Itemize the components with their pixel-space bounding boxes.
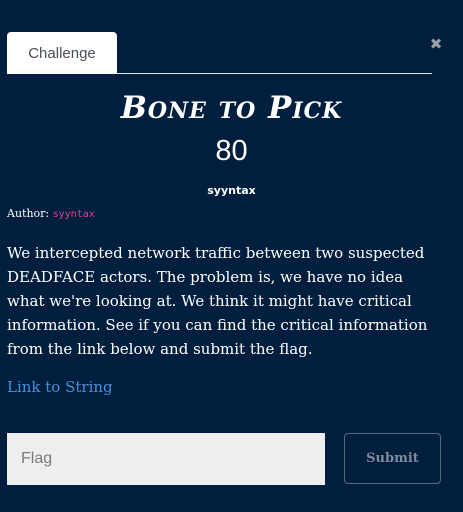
challenge-tab-bar: Challenge	[7, 32, 432, 74]
author-line: Author: syyntax	[7, 207, 95, 220]
challenge-description: We intercepted network traffic between t…	[7, 244, 428, 358]
challenge-title: Bone to Pick	[120, 90, 343, 126]
flag-input[interactable]	[7, 433, 325, 485]
author-name: syyntax	[52, 209, 95, 220]
tab-challenge[interactable]: Challenge	[7, 32, 117, 74]
close-icon[interactable]: ✖	[428, 34, 444, 54]
challenge-points: 80	[215, 135, 248, 167]
link-to-string[interactable]: Link to String	[7, 378, 113, 396]
submit-button[interactable]: Submit	[344, 433, 441, 484]
tab-challenge-label: Challenge	[28, 44, 96, 62]
author-label: Author:	[7, 207, 53, 220]
challenge-tag: syyntax	[207, 184, 256, 197]
